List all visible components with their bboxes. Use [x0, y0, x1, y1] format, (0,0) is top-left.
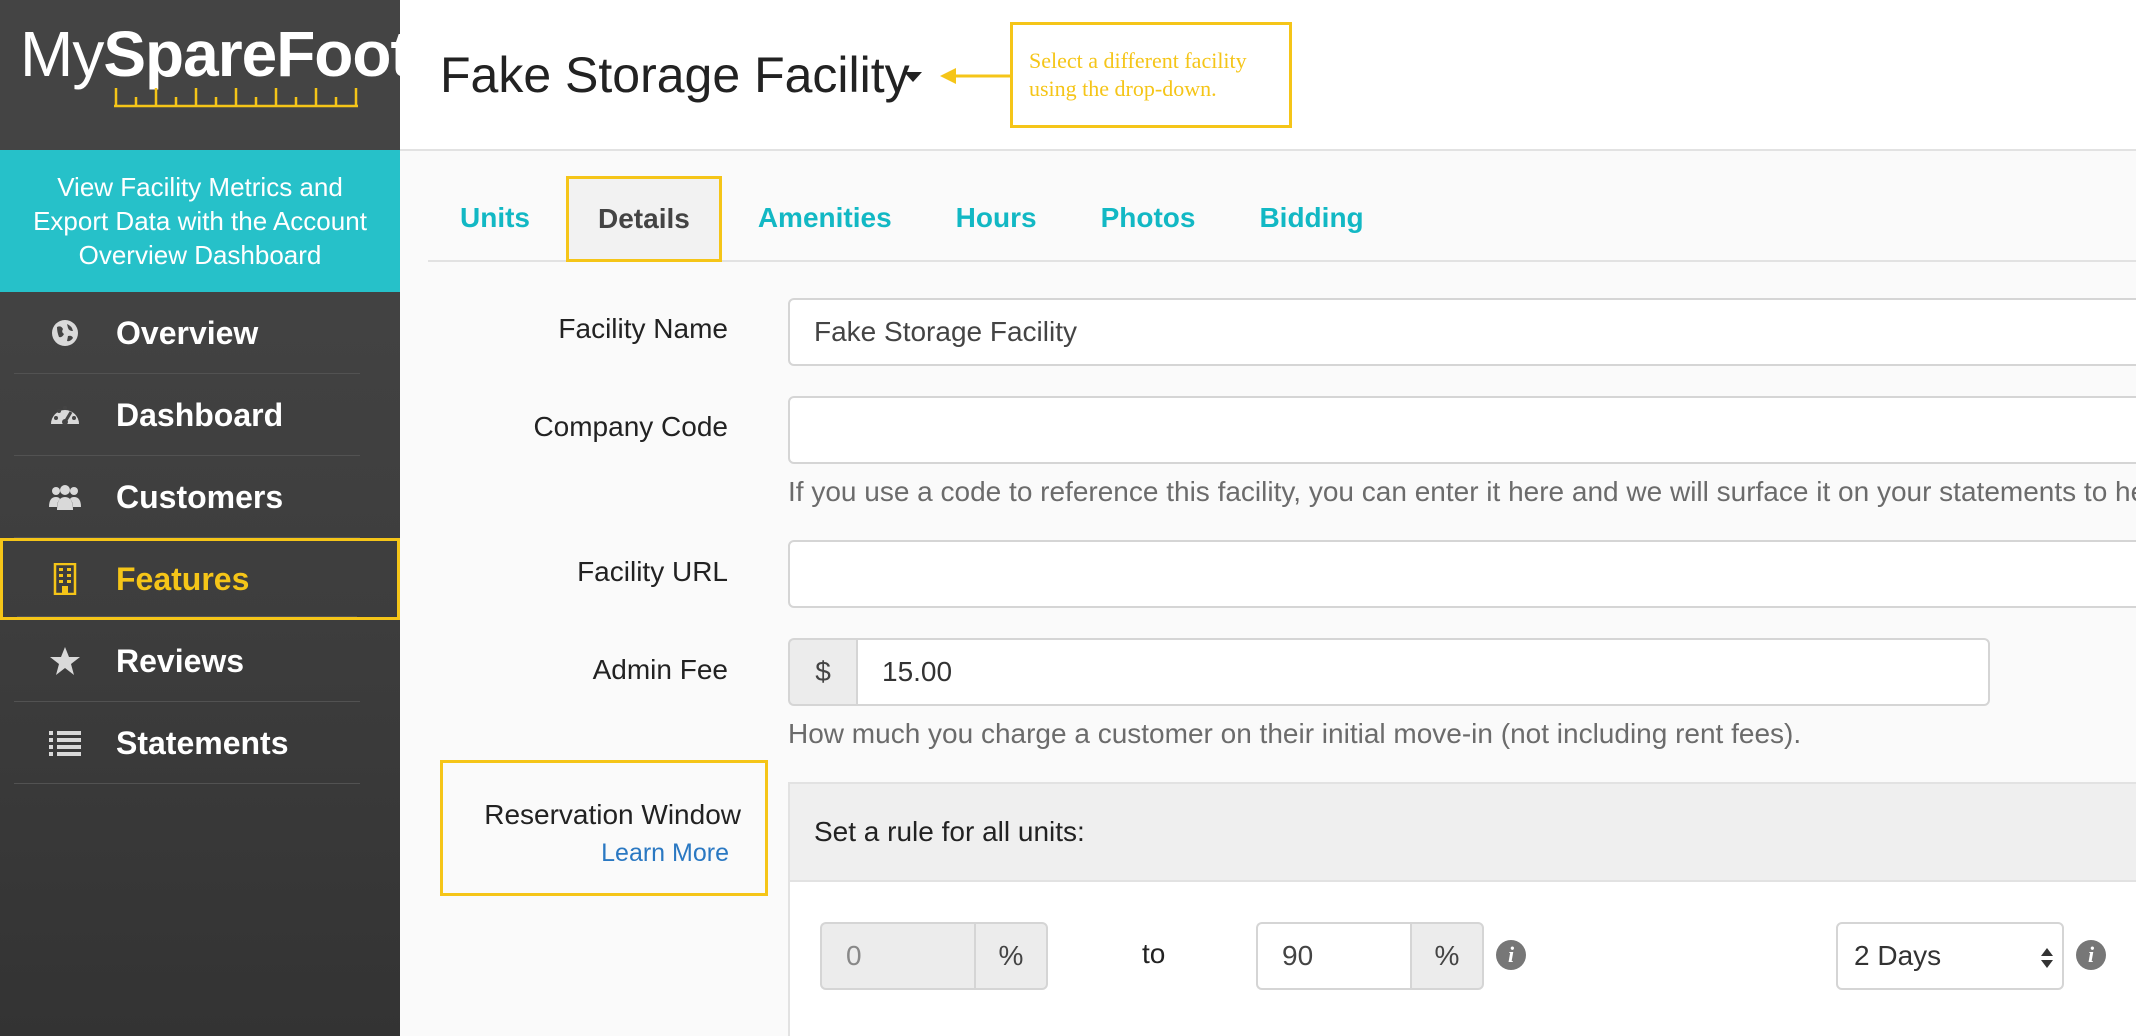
currency-addon: $ — [788, 638, 856, 706]
sidebar-item-reviews[interactable]: Reviews — [0, 620, 400, 702]
facility-url-input[interactable] — [788, 540, 2136, 608]
reservation-window-label: Reservation Window — [484, 799, 741, 830]
percent-addon: % — [1410, 922, 1484, 990]
reservation-window-label-box: Reservation Window Learn More — [440, 760, 768, 896]
users-icon — [48, 480, 82, 514]
sidebar-item-label: Customers — [116, 478, 284, 515]
info-icon[interactable]: i — [1496, 940, 1526, 970]
sidebar-nav: Overview Dashboard Customers Features Re… — [0, 292, 400, 784]
facility-tabs: Units Details Amenities Hours Photos Bid… — [428, 176, 2136, 262]
logo-text: MySpareFoot — [20, 22, 412, 86]
star-icon — [48, 644, 82, 678]
speedometer-icon — [48, 398, 82, 432]
sidebar-item-label: Features — [116, 560, 250, 597]
company-code-input[interactable] — [788, 396, 2136, 464]
days-select-value: 2 Days — [1854, 940, 1942, 971]
info-icon[interactable]: i — [2076, 940, 2106, 970]
rule-heading: Set a rule for all units: — [790, 784, 2136, 882]
select-arrows-icon — [2041, 948, 2053, 968]
facility-url-label: Facility URL — [577, 556, 728, 587]
sidebar-item-label: Overview — [116, 314, 259, 351]
sidebar-item-label: Dashboard — [116, 396, 284, 433]
to-percent-group: % — [1256, 922, 1484, 990]
facility-name-label: Facility Name — [558, 313, 728, 344]
company-code-help: If you use a code to reference this faci… — [788, 476, 2136, 507]
callout-arrow-icon — [940, 68, 1010, 84]
tab-amenities[interactable]: Amenities — [726, 176, 924, 260]
tab-hours[interactable]: Hours — [924, 176, 1069, 260]
from-percent-group: % — [820, 922, 1048, 990]
globe-icon — [48, 316, 82, 350]
to-label: to — [1142, 938, 1166, 969]
days-select[interactable]: 2 Days — [1836, 922, 2064, 990]
sidebar: MySpareFoot View Facility Metrics and Ex… — [0, 0, 412, 1036]
reservation-rule-panel: Set a rule for all units: % to % i 2 Day… — [788, 782, 2136, 1036]
ruler-icon — [114, 88, 358, 108]
tab-details[interactable]: Details — [566, 176, 722, 262]
sidebar-item-label: Reviews — [116, 642, 245, 679]
tab-units[interactable]: Units — [428, 176, 562, 260]
percent-addon: % — [974, 922, 1048, 990]
account-overview-promo[interactable]: View Facility Metrics and Export Data wi… — [0, 150, 400, 292]
facility-title[interactable]: Fake Storage Facility — [440, 46, 910, 104]
building-icon — [48, 562, 82, 596]
admin-fee-label: Admin Fee — [592, 654, 728, 685]
sidebar-item-statements[interactable]: Statements — [0, 702, 400, 784]
facility-dropdown-caret-icon[interactable] — [904, 72, 922, 82]
sidebar-item-dashboard[interactable]: Dashboard — [0, 374, 400, 456]
facility-name-input[interactable] — [788, 298, 2136, 366]
admin-fee-help: How much you charge a customer on their … — [788, 718, 1802, 749]
to-percent-input[interactable] — [1256, 922, 1410, 990]
tab-bidding[interactable]: Bidding — [1227, 176, 1395, 260]
logo-brand: SpareFoot — [103, 18, 411, 90]
learn-more-link[interactable]: Learn More — [601, 839, 729, 868]
sidebar-item-overview[interactable]: Overview — [0, 292, 400, 374]
sidebar-item-customers[interactable]: Customers — [0, 456, 400, 538]
tab-photos[interactable]: Photos — [1069, 176, 1228, 260]
sidebar-item-label: Statements — [116, 724, 289, 761]
facility-dropdown-callout: Select a different facility using the dr… — [1010, 22, 1292, 128]
page-header: Fake Storage Facility Select a different… — [400, 0, 2136, 151]
admin-fee-group: $ — [788, 638, 1990, 706]
admin-fee-input[interactable] — [856, 638, 1990, 706]
company-code-label: Company Code — [533, 411, 728, 442]
list-icon — [48, 726, 82, 760]
from-percent-input — [820, 922, 974, 990]
rule-body: % to % i 2 Days i — [790, 882, 2136, 1036]
mysparefoot-logo[interactable]: MySpareFoot — [0, 0, 412, 150]
sidebar-item-features[interactable]: Features — [0, 538, 400, 620]
logo-my: My — [20, 18, 104, 90]
